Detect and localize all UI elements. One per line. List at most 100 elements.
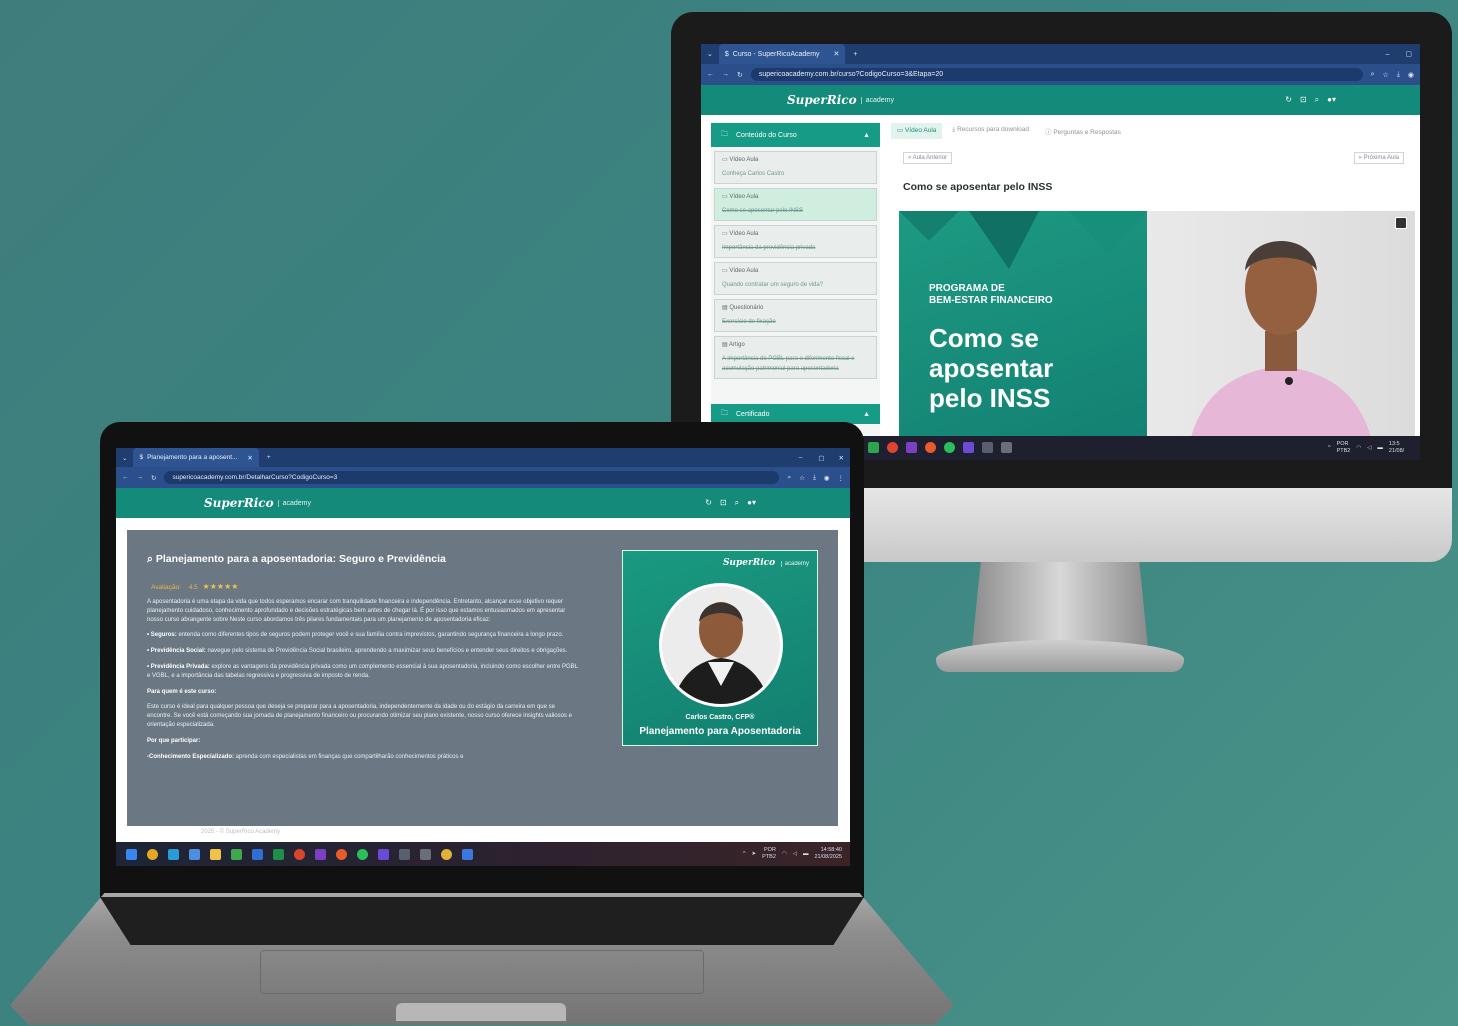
address-bar: ← → ↻ supericoacademy.com.br/curso?Codig…	[701, 64, 1420, 85]
browser-tab[interactable]: $ Planejamento para a aposent... ✕	[133, 448, 259, 467]
watch-later-icon[interactable]	[1395, 217, 1407, 229]
volume-icon[interactable]: ◁	[1367, 445, 1371, 452]
opera-icon[interactable]	[925, 442, 936, 453]
chrome-icon[interactable]	[147, 848, 158, 860]
excel-icon[interactable]	[868, 442, 879, 453]
content-tabs: ▭ Vídeo Aula ⤓ Recursos para download ⓘ …	[891, 123, 1420, 139]
search-icon[interactable]: ⌕	[1315, 95, 1319, 105]
excel-icon[interactable]	[273, 848, 284, 860]
superrico-logo[interactable]: SuperRico	[204, 496, 274, 510]
back-icon[interactable]: ←	[707, 71, 714, 78]
close-window-icon[interactable]: ✕	[833, 454, 850, 462]
wifi-icon[interactable]: ◠	[782, 851, 787, 858]
browser-tab[interactable]: $ Curso - SuperRicoAcademy ✕	[718, 44, 846, 64]
chevron-up-icon[interactable]: ^	[1328, 445, 1331, 452]
spreadsheet-icon[interactable]	[231, 848, 242, 860]
cart-icon[interactable]: ⊡	[720, 498, 727, 508]
menu-dots-icon[interactable]: ⋮	[838, 474, 845, 482]
course-rating: Avaliação: 4.5 ★★★★★	[151, 582, 239, 591]
bookmark-star-icon[interactable]: ☆	[799, 474, 805, 482]
store-icon[interactable]	[420, 848, 431, 860]
teams-icon[interactable]	[378, 848, 389, 860]
next-lesson-button[interactable]: » Próxima Aula	[1353, 152, 1404, 164]
new-tab-icon[interactable]: +	[845, 51, 865, 58]
superrico-logo[interactable]: SuperRico	[787, 93, 857, 107]
lesson-item[interactable]: ▭ Vídeo Aula Quando contratar um seguro …	[714, 262, 877, 295]
collapse-icon[interactable]: ▲	[863, 411, 870, 418]
forward-icon[interactable]: →	[722, 71, 729, 78]
maximize-icon[interactable]: ▢	[1397, 50, 1420, 58]
folder-icon: 🗀	[721, 409, 728, 417]
reload-icon[interactable]: ↻	[737, 71, 743, 79]
search-icon[interactable]: ⌕	[735, 498, 739, 508]
close-tab-icon[interactable]: ✕	[834, 50, 840, 58]
windows-start-icon[interactable]	[126, 848, 137, 860]
user-menu-icon[interactable]: ●▾	[1327, 95, 1336, 105]
teams-icon[interactable]	[963, 442, 974, 453]
visual-studio-icon[interactable]	[315, 848, 326, 860]
monitor-screen: ⌄ $ Curso - SuperRicoAcademy ✕ + – ▢ ← →…	[701, 44, 1420, 456]
url-field[interactable]: supericoacademy.com.br/curso?CodigoCurso…	[750, 68, 1363, 81]
mail-icon[interactable]	[189, 848, 200, 860]
tab-questions[interactable]: ⓘ Perguntas e Respostas	[1039, 123, 1127, 139]
minimize-icon[interactable]: –	[1377, 51, 1397, 58]
laptop-keyboard	[100, 897, 864, 945]
article-item[interactable]: ▤ Artigo A importância do PGBL para o di…	[714, 336, 877, 379]
volume-icon[interactable]: ◁	[793, 851, 797, 858]
url-field[interactable]: supericoacademy.com.br/DetalharCurso?Cod…	[164, 471, 780, 484]
zoom-icon[interactable]: ⌕	[1371, 71, 1375, 79]
bookmark-star-icon[interactable]: ☆	[1383, 71, 1389, 79]
cart-icon[interactable]: ⊡	[1300, 95, 1307, 105]
back-icon[interactable]: ←	[122, 474, 129, 481]
zoom-icon[interactable]: ⌕	[787, 474, 791, 482]
browser-icon[interactable]	[294, 848, 305, 860]
opera-icon[interactable]	[336, 848, 347, 860]
course-content-header[interactable]: 🗀 Conteúdo do Curso ▲	[711, 123, 880, 147]
tab-menu-icon[interactable]: ⌄	[116, 454, 133, 462]
download-icon[interactable]: ⤓	[1397, 71, 1400, 79]
chrome-alt-icon[interactable]	[441, 848, 452, 860]
tool-icon[interactable]	[399, 848, 410, 860]
tab-downloads[interactable]: ⤓ Recursos para download	[946, 123, 1035, 139]
previous-lesson-button[interactable]: « Aula Anterior	[903, 152, 953, 164]
store-icon[interactable]	[1001, 442, 1012, 453]
battery-icon[interactable]: ▬	[1377, 445, 1383, 452]
profile-icon[interactable]: ◉	[1408, 71, 1414, 79]
maximize-icon[interactable]: ▢	[810, 454, 832, 462]
whatsapp-icon[interactable]	[944, 442, 955, 453]
lesson-item-active[interactable]: ▭ Vídeo Aula Como se aposentar pelo INSS	[714, 188, 877, 221]
quiz-item[interactable]: ▤ Questionário Exercício de fixação	[714, 299, 877, 332]
send-icon[interactable]: ➤	[752, 851, 757, 858]
article-icon: ▤	[722, 342, 730, 348]
refresh-icon[interactable]: ↻	[705, 498, 712, 508]
minimize-icon[interactable]: –	[791, 454, 811, 461]
download-icon[interactable]: ⤓	[813, 474, 816, 482]
profile-icon[interactable]: ◉	[824, 474, 830, 482]
tool-icon[interactable]	[982, 442, 993, 453]
certificate-header[interactable]: 🗀 Certificado ▲	[711, 404, 880, 424]
refresh-icon[interactable]: ↻	[1285, 95, 1292, 105]
video-player[interactable]: PROGRAMA DE BEM-ESTAR FINANCEIRO Como se…	[899, 211, 1415, 456]
chrome-icon[interactable]	[887, 442, 898, 453]
card-course-title: Planejamento para Aposentadoria	[639, 726, 801, 737]
chevron-up-icon[interactable]: ^	[743, 851, 746, 858]
tab-menu-icon[interactable]: ⌄	[701, 50, 719, 58]
instructor-name: Carlos Castro, CFP®	[685, 714, 755, 721]
collapse-icon[interactable]: ▲	[863, 132, 870, 139]
user-menu-icon[interactable]: ●▾	[747, 498, 756, 508]
word-icon[interactable]	[252, 848, 263, 860]
visual-studio-icon[interactable]	[906, 442, 917, 453]
close-tab-icon[interactable]: ✕	[247, 454, 252, 462]
lesson-item[interactable]: ▭ Vídeo Aula Conheça Carlos Castro	[714, 151, 877, 184]
lesson-item[interactable]: ▭ Vídeo Aula Importância da previdência …	[714, 225, 877, 258]
battery-icon[interactable]: ▬	[803, 851, 809, 858]
reload-icon[interactable]: ↻	[151, 474, 156, 482]
tab-video-aula[interactable]: ▭ Vídeo Aula	[891, 123, 943, 139]
edge-icon[interactable]	[168, 848, 179, 860]
whatsapp-icon[interactable]	[357, 848, 368, 860]
forward-icon[interactable]: →	[137, 474, 144, 481]
new-tab-icon[interactable]: +	[259, 454, 279, 461]
wifi-icon[interactable]: ◠	[1356, 445, 1361, 452]
folder-icon[interactable]	[210, 848, 221, 860]
app-icon[interactable]	[462, 848, 473, 860]
